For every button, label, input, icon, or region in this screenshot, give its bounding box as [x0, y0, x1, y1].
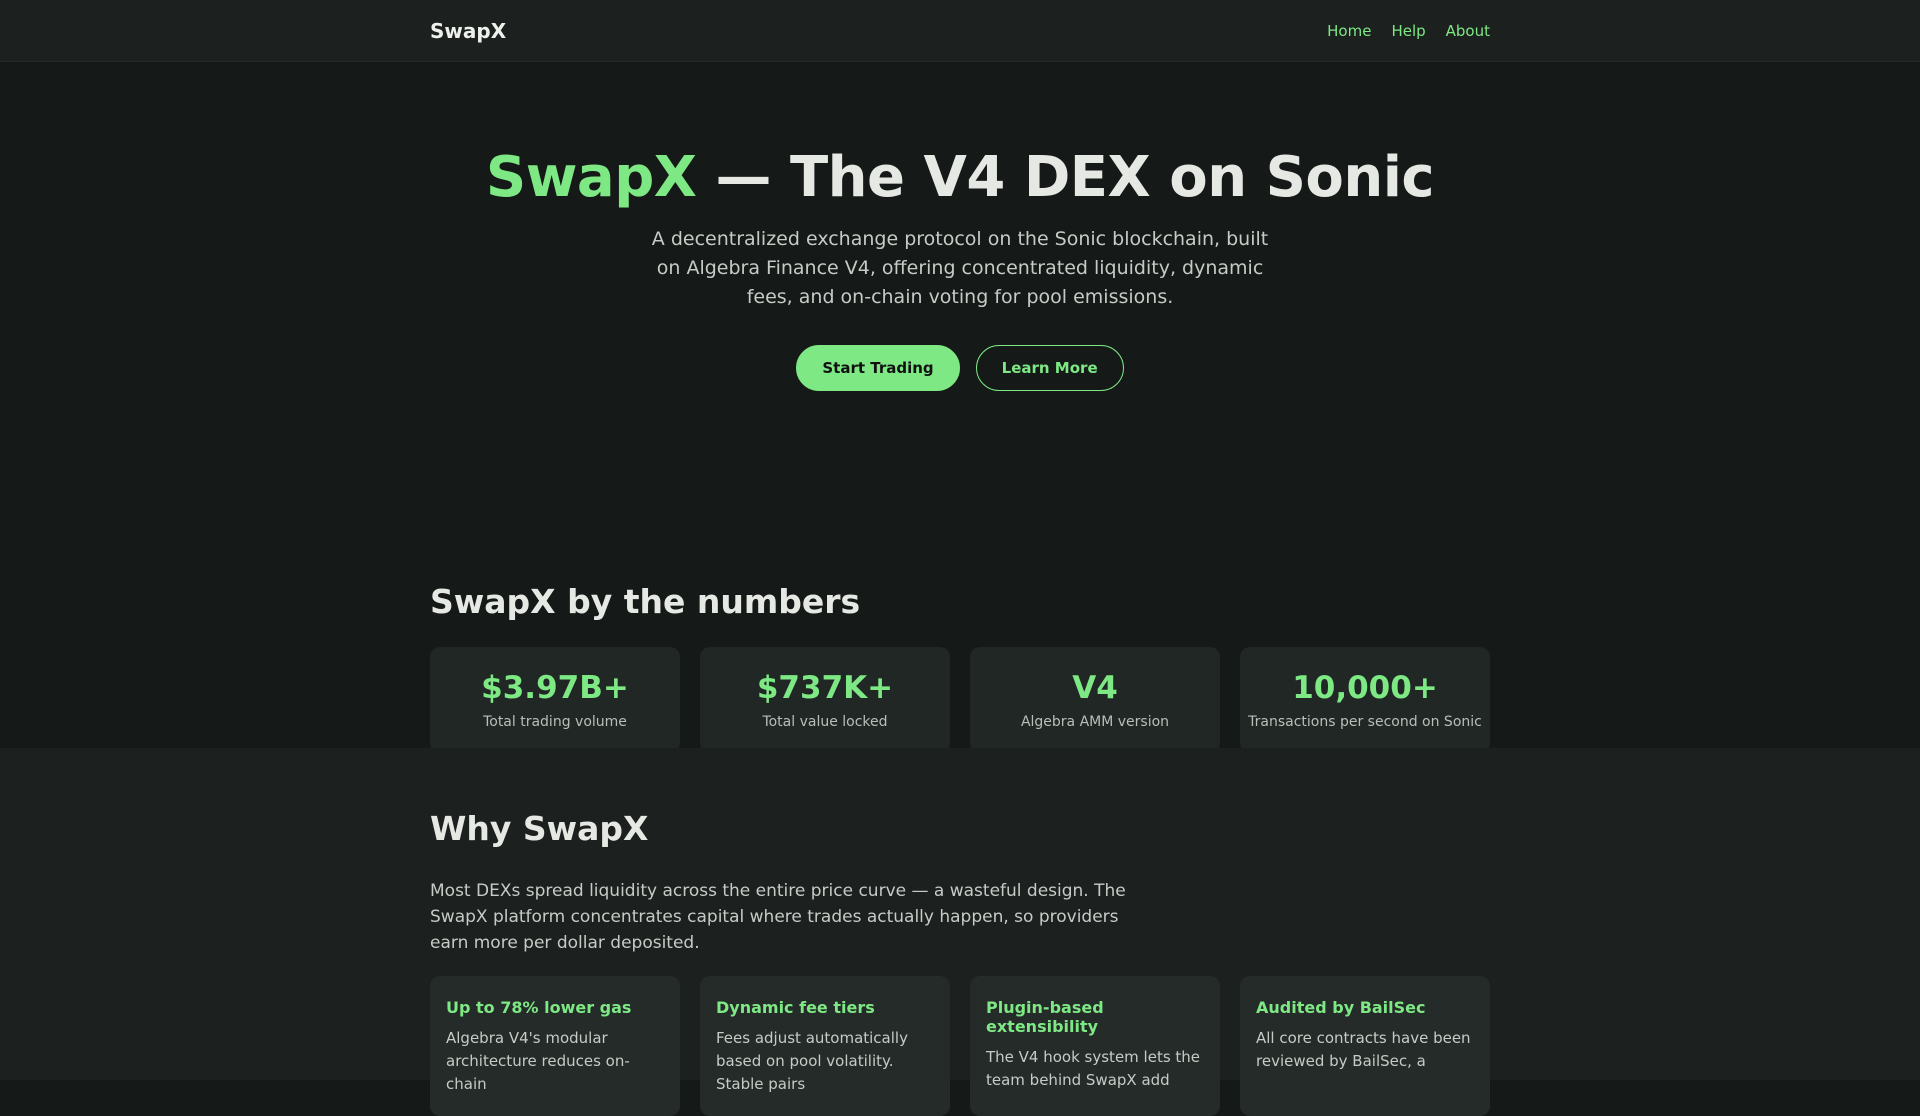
hero-title-rest: — The V4 DEX on Sonic — [696, 145, 1435, 210]
feature-body: The V4 hook system lets the team behind … — [986, 1048, 1201, 1089]
brand-logo[interactable]: SwapX — [430, 19, 506, 43]
stat-label: Transactions per second on Sonic — [1248, 713, 1482, 730]
why-section: Why SwapX Most DEXs spread liquidity acr… — [0, 748, 1920, 1116]
stat-value: $737K+ — [756, 670, 894, 707]
top-navbar: SwapX Home Help About — [0, 0, 1920, 62]
stat-card-tvl: $737K+ Total value locked — [700, 647, 950, 753]
nav-link-help[interactable]: Help — [1391, 22, 1425, 40]
stat-value: $3.97B+ — [481, 670, 629, 707]
feature-title: Plugin-based extensibility — [986, 998, 1104, 1036]
stat-card-version: V4 Algebra AMM version — [970, 647, 1220, 753]
numbers-inner: SwapX by the numbers $3.97B+ Total tradi… — [430, 582, 1490, 753]
nav-link-about[interactable]: About — [1446, 22, 1490, 40]
feature-body: Fees adjust automatically based on pool … — [716, 1029, 908, 1093]
numbers-section: SwapX by the numbers $3.97B+ Total tradi… — [0, 582, 1920, 753]
stat-label: Total value locked — [762, 713, 888, 730]
feature-body: Algebra V4's modular architecture reduce… — [446, 1029, 630, 1093]
why-inner: Why SwapX Most DEXs spread liquidity acr… — [430, 748, 1490, 1116]
hero-title-accent: SwapX — [485, 145, 697, 210]
feature-title: Audited by BailSec — [1256, 998, 1426, 1017]
why-heading: Why SwapX — [430, 809, 649, 848]
hero-cta-group: Start Trading Learn More — [0, 345, 1920, 392]
stat-value: 10,000+ — [1292, 670, 1438, 707]
nav-links: Home Help About — [1327, 22, 1490, 40]
feature-title: Dynamic fee tiers — [716, 998, 875, 1017]
hero-subtitle: A decentralized exchange protocol on the… — [651, 228, 1269, 309]
feature-card-fees: Dynamic fee tiers Fees adjust automatica… — [700, 976, 950, 1116]
nav-link-home[interactable]: Home — [1327, 22, 1371, 40]
navbar-inner: SwapX Home Help About — [430, 0, 1490, 62]
numbers-heading: SwapX by the numbers — [430, 582, 861, 621]
feature-card-plugins: Plugin-based extensibility The V4 hook s… — [970, 976, 1220, 1116]
stat-label: Total trading volume — [483, 713, 627, 730]
learn-more-button[interactable]: Learn More — [975, 345, 1124, 392]
feature-title: Up to 78% lower gas — [446, 998, 632, 1017]
hero-title: SwapX — The V4 DEX on Sonic — [0, 144, 1920, 211]
why-intro: Most DEXs spread liquidity across the en… — [430, 881, 1126, 953]
stat-value: V4 — [1072, 670, 1118, 707]
stats-row: $3.97B+ Total trading volume $737K+ Tota… — [430, 647, 1490, 753]
stat-card-volume: $3.97B+ Total trading volume — [430, 647, 680, 753]
features-row: Up to 78% lower gas Algebra V4's modular… — [430, 976, 1490, 1116]
feature-card-audit: Audited by BailSec All core contracts ha… — [1240, 976, 1490, 1116]
start-trading-button[interactable]: Start Trading — [796, 345, 960, 392]
feature-card-gas: Up to 78% lower gas Algebra V4's modular… — [430, 976, 680, 1116]
feature-body: All core contracts have been reviewed by… — [1256, 1029, 1471, 1070]
stat-card-tps: 10,000+ Transactions per second on Sonic — [1240, 647, 1490, 753]
stat-label: Algebra AMM version — [1020, 713, 1170, 730]
